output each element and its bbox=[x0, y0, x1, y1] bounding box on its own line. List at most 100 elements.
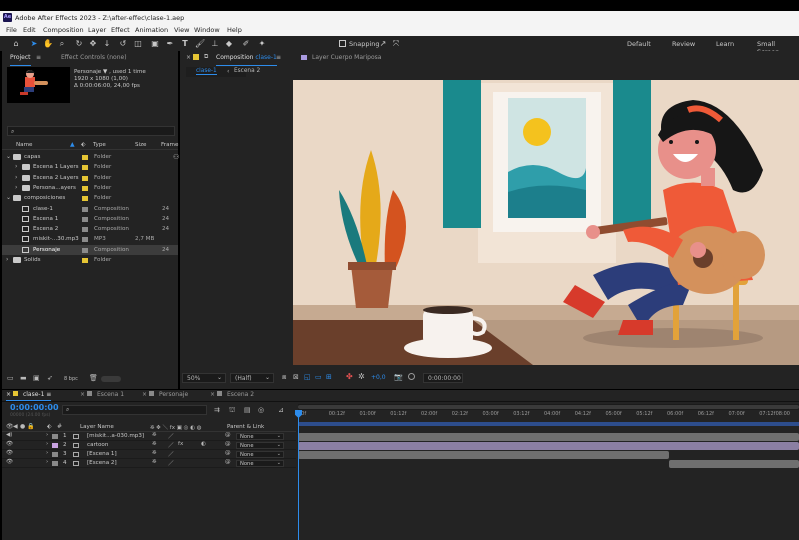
layer-row[interactable]: 👁 › 3 [Escena 1] ⛯ ／ @ None ⌄ bbox=[2, 450, 296, 459]
shy-switch-icon[interactable]: ⛯ bbox=[152, 441, 156, 448]
region-of-interest-icon[interactable]: ▭ bbox=[315, 373, 322, 381]
quality-switch-icon[interactable]: ／ bbox=[168, 432, 174, 440]
label-color-swatch[interactable] bbox=[82, 216, 88, 222]
snap-options-icon[interactable]: ↗ bbox=[378, 39, 388, 49]
track-bar-layer-2[interactable] bbox=[298, 442, 799, 450]
graph-editor-icon[interactable]: ⊿ bbox=[278, 406, 284, 414]
visibility-toggle-icon[interactable]: 👁 bbox=[6, 450, 13, 456]
menu-help[interactable]: Help bbox=[227, 26, 242, 34]
workspace-default[interactable]: Default bbox=[627, 40, 651, 48]
menu-composition[interactable]: Composition bbox=[43, 26, 84, 34]
puppet-tool-icon[interactable]: ✦ bbox=[257, 39, 267, 49]
timeline-menu-icon[interactable]: ≡ bbox=[44, 391, 51, 398]
snapping-checkbox[interactable] bbox=[339, 40, 346, 47]
parent-select[interactable]: None ⌄ bbox=[236, 442, 284, 449]
mask-visibility-icon[interactable]: ◱ bbox=[304, 373, 311, 381]
tab-composition[interactable]: Composition clase-1 bbox=[216, 54, 277, 66]
project-search-input[interactable]: ⌕ bbox=[7, 126, 175, 136]
twirl-closed-icon[interactable]: › bbox=[46, 441, 48, 447]
layer-label-color[interactable] bbox=[52, 434, 58, 439]
column-frame[interactable]: Frame bbox=[161, 142, 178, 148]
close-tab-icon[interactable]: × bbox=[210, 391, 217, 398]
show-snapshot-icon[interactable] bbox=[408, 373, 415, 380]
time-navigator[interactable] bbox=[298, 404, 799, 410]
frame-blending-icon[interactable]: ▤ bbox=[244, 406, 251, 414]
parent-pickwhip-icon[interactable]: @ bbox=[225, 441, 231, 447]
composition-viewer[interactable] bbox=[293, 80, 799, 365]
parent-select[interactable]: None ⌄ bbox=[236, 451, 284, 458]
audio-toggle-icon[interactable]: ◀) bbox=[6, 432, 12, 438]
project-item-row[interactable]: Escena 1 Composition 24 bbox=[2, 214, 178, 224]
tab-effect-controls[interactable]: Effect Controls (none) bbox=[61, 54, 127, 66]
label-color-swatch[interactable] bbox=[82, 206, 88, 212]
timeline-tab[interactable]: × Escena 1 bbox=[80, 391, 124, 401]
layer-name[interactable]: cartoon bbox=[87, 442, 108, 448]
exposure-reset-icon[interactable]: ✲ bbox=[358, 372, 365, 381]
parent-select[interactable]: None ⌄ bbox=[236, 433, 284, 440]
workspace-review[interactable]: Review bbox=[672, 40, 695, 48]
work-area-bar[interactable] bbox=[298, 422, 799, 426]
menu-effect[interactable]: Effect bbox=[111, 26, 130, 34]
new-folder-icon[interactable]: ▬ bbox=[20, 374, 27, 382]
label-color-swatch[interactable] bbox=[82, 247, 88, 253]
layer-name[interactable]: [Escena 1] bbox=[87, 451, 117, 457]
visibility-toggle-icon[interactable]: 👁 bbox=[6, 441, 13, 447]
shy-switch-icon[interactable]: ⛯ bbox=[152, 459, 156, 466]
thumbnail-slider[interactable] bbox=[101, 376, 121, 382]
brush-tool-icon[interactable]: 🖌 bbox=[195, 39, 205, 49]
tab-layer[interactable]: Layer Cuerpo Mariposa bbox=[312, 54, 381, 66]
column-size[interactable]: Size bbox=[135, 142, 146, 148]
track-bar-layer-1[interactable] bbox=[298, 433, 799, 441]
menu-layer[interactable]: Layer bbox=[88, 26, 106, 34]
close-tab-icon[interactable]: × bbox=[6, 391, 13, 398]
roto-brush-tool-icon[interactable]: ✐ bbox=[241, 39, 251, 49]
label-color-swatch[interactable] bbox=[82, 175, 88, 181]
parent-pickwhip-icon[interactable]: @ bbox=[225, 459, 231, 465]
effects-switch-icon[interactable]: fx bbox=[178, 441, 183, 447]
trash-icon[interactable]: 🗑 bbox=[89, 374, 98, 382]
pan-tool-icon[interactable]: ✥ bbox=[88, 39, 98, 49]
twirl-closed-icon[interactable]: › bbox=[46, 459, 48, 465]
project-item-row[interactable]: › Escena 2 Layers Folder bbox=[2, 173, 178, 183]
new-composition-icon[interactable]: ▣ bbox=[33, 374, 40, 382]
pen-tool-icon[interactable]: ✒ bbox=[165, 39, 175, 49]
subtab-escena-2[interactable]: Escena 2 bbox=[234, 68, 260, 74]
menu-animation[interactable]: Animation bbox=[135, 26, 168, 34]
quality-switch-icon[interactable]: ／ bbox=[168, 459, 174, 467]
column-name[interactable]: Name bbox=[16, 142, 33, 148]
time-ruler[interactable]: 00f 00:12f 01:00f 01:12f 02:00f 02:12f 03:00f 0… bbox=[298, 411, 799, 421]
subtab-clase-1[interactable]: clase-1 bbox=[196, 68, 217, 75]
timeline-search-input[interactable]: ⌕ bbox=[62, 405, 207, 415]
snapshot-icon[interactable]: 📷 bbox=[394, 373, 403, 381]
workspace-learn[interactable]: Learn bbox=[716, 40, 734, 48]
lock-icon[interactable] bbox=[193, 54, 199, 60]
label-column-icon[interactable]: ⬖ bbox=[81, 141, 86, 148]
twirl-closed-icon[interactable]: › bbox=[15, 163, 17, 170]
resolution-select[interactable]: (Half) ⌄ bbox=[230, 373, 274, 383]
label-color-swatch[interactable] bbox=[82, 258, 88, 263]
parent-link-column[interactable]: Parent & Link bbox=[227, 424, 264, 430]
layer-label-color[interactable] bbox=[52, 443, 58, 448]
quality-switch-icon[interactable]: ／ bbox=[168, 441, 174, 449]
timeline-tab[interactable]: × Escena 2 bbox=[210, 391, 254, 401]
zoom-select[interactable]: 50% ⌄ bbox=[182, 373, 226, 383]
project-menu-icon[interactable]: ≡ bbox=[36, 54, 41, 61]
close-tab-icon[interactable]: × bbox=[80, 391, 87, 398]
composition-menu-icon[interactable]: ≡ bbox=[276, 54, 281, 61]
label-color-swatch[interactable] bbox=[82, 227, 88, 233]
twirl-open-icon[interactable]: ⌄ bbox=[6, 194, 11, 201]
exposure-value[interactable]: +0,0 bbox=[371, 374, 386, 381]
project-item-row[interactable]: miskit-...30.mp3 MP3 2,7 MB bbox=[2, 234, 178, 244]
bpc-label[interactable]: 8 bpc bbox=[64, 376, 78, 382]
orbit-tool-icon[interactable]: ↻ bbox=[74, 39, 84, 49]
project-item-row[interactable]: clase-1 Composition 24 bbox=[2, 204, 178, 214]
type-tool-icon[interactable]: T bbox=[180, 39, 190, 49]
label-color-swatch[interactable] bbox=[82, 185, 88, 191]
twirl-open-icon[interactable]: ⌄ bbox=[6, 153, 11, 160]
dolly-tool-icon[interactable]: ↓ bbox=[102, 39, 112, 49]
label-color-swatch[interactable] bbox=[82, 196, 88, 202]
tab-project[interactable]: Project bbox=[10, 54, 31, 66]
twirl-closed-icon[interactable]: › bbox=[15, 174, 17, 181]
render-queue-icon[interactable]: ➶ bbox=[47, 374, 53, 382]
layer-name[interactable]: [miskit...a-030.mp3] bbox=[87, 433, 144, 439]
